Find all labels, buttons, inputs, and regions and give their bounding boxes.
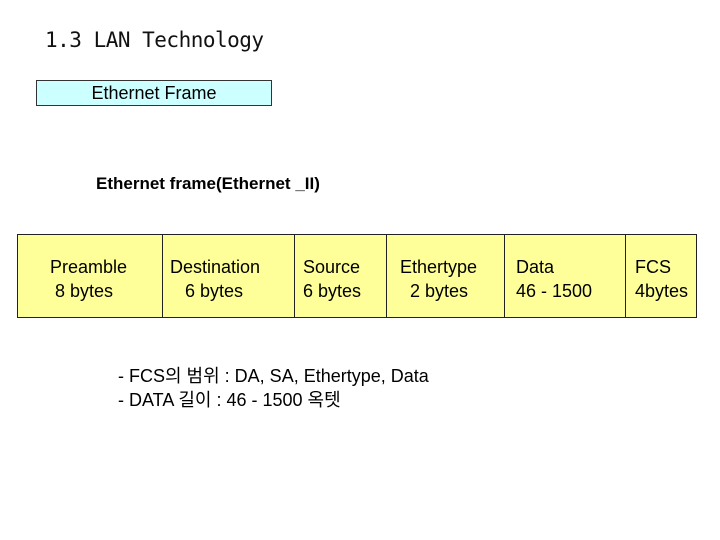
field-size: 6 bytes [170, 281, 244, 301]
field-size: 8 bytes [50, 281, 114, 301]
field-size: 4bytes [635, 281, 689, 301]
field-size: 2 bytes [400, 281, 469, 301]
ethernet-frame-diagram: Preamble 8 bytes Destination 6 bytes Sou… [17, 234, 697, 318]
field-name: Destination [170, 257, 261, 277]
note-fcs-scope: - FCS의 범위 : DA, SA, Ethertype, Data [118, 366, 429, 386]
field-size: 6 bytes [303, 281, 362, 301]
notes-list: - FCS의 범위 : DA, SA, Ethertype, Data - DA… [118, 364, 429, 412]
field-name: Ethertype [400, 257, 478, 277]
field-name: Preamble [50, 257, 128, 277]
frame-field-ethertype: Ethertype 2 bytes [387, 235, 505, 317]
note-data-length: - DATA 길이 : 46 - 1500 옥텟 [118, 390, 341, 410]
section-label-box: Ethernet Frame [36, 80, 272, 106]
frame-field-data: Data 46 - 1500 [505, 235, 626, 317]
field-name: Data [516, 257, 555, 277]
frame-field-destination: Destination 6 bytes [163, 235, 295, 317]
frame-field-source: Source 6 bytes [295, 235, 387, 317]
field-size: 46 - 1500 [516, 281, 593, 301]
frame-field-fcs: FCS 4bytes [626, 235, 696, 317]
frame-heading: Ethernet frame(Ethernet _II) [96, 174, 320, 193]
field-name: Source [303, 257, 361, 277]
slide-title: 1.3 LAN Technology [45, 28, 264, 52]
field-name: FCS [635, 257, 671, 277]
frame-field-preamble: Preamble 8 bytes [18, 235, 163, 317]
